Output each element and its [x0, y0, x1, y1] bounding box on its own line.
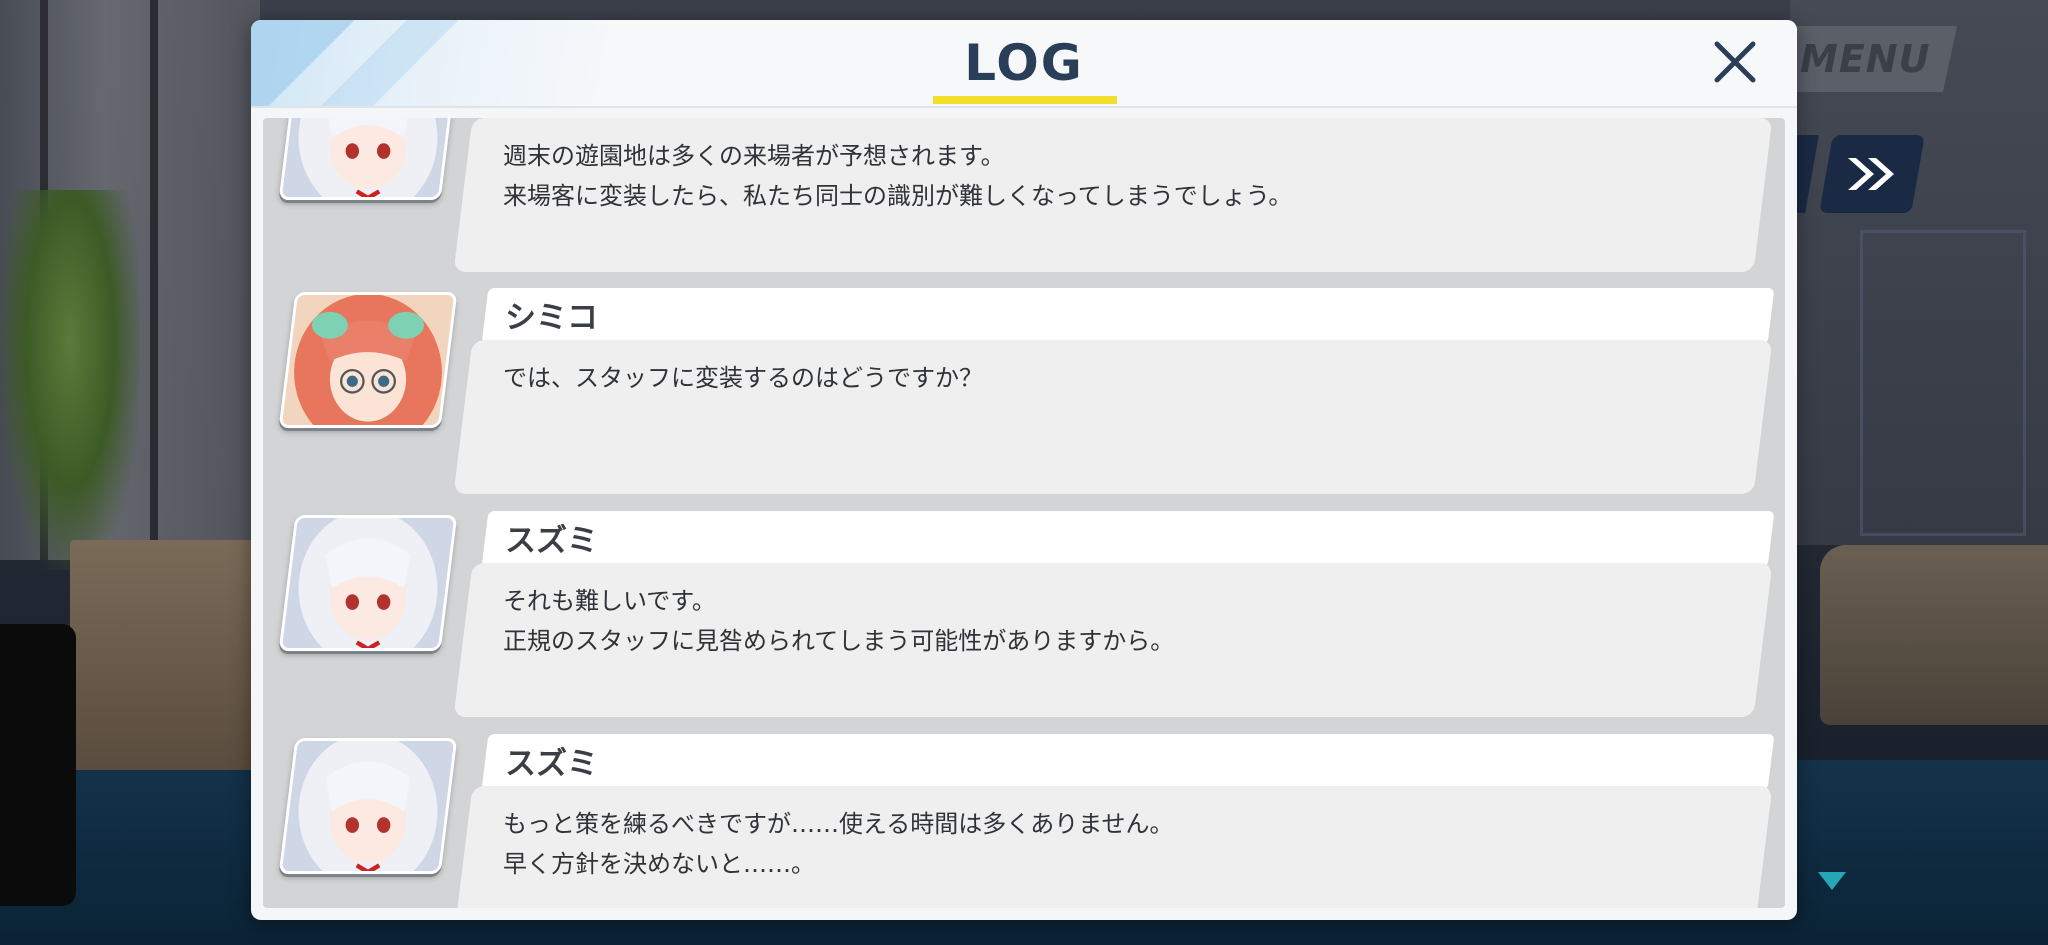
message-text: もっと策を練るべきですが……使える時間は多くありません。 早く方針を決めないと…… — [503, 810, 1174, 878]
background-shadow — [0, 624, 76, 906]
name-plate — [481, 511, 1775, 567]
character-avatar — [278, 292, 458, 428]
log-list[interactable]: 週末の遊園地は多くの来場者が予想されます。 来場客に変装したら、私たち同士の識別… — [263, 118, 1785, 908]
speaker-name: スズミ — [505, 523, 598, 559]
background-door — [1860, 230, 2026, 536]
log-dialog: LOG 週末の遊園地は多くの来場者が予想されます。 来場客に変装したら、私たち同… — [251, 20, 1797, 920]
log-entry: スズミ それも難しいです。 正規のスタッフに見咎められてしまう可能性がありますか… — [263, 507, 1775, 717]
dialog-header: LOG — [251, 20, 1797, 108]
message-text: 週末の遊園地は多くの来場者が予想されます。 来場客に変装したら、私たち同士の識別… — [503, 142, 1293, 210]
menu-label: MENU — [1799, 37, 1931, 81]
background-cabinet — [70, 540, 270, 770]
triangle-down-icon[interactable] — [1818, 872, 1846, 890]
character-avatar — [278, 515, 458, 651]
background-plant — [0, 190, 140, 570]
message-text: では、スタッフに変装するのはどうですか？ — [503, 364, 983, 392]
close-button[interactable] — [1705, 32, 1765, 92]
name-plate — [481, 288, 1775, 344]
skip-button[interactable] — [1819, 135, 1925, 213]
name-plate — [481, 734, 1775, 790]
character-avatar — [278, 118, 458, 200]
background-sofa — [1820, 545, 2048, 725]
menu-button[interactable]: MENU — [1772, 26, 1958, 92]
log-entry: スズミ もっと策を練るべきですが……使える時間は多くありません。 早く方針を決め… — [263, 730, 1775, 908]
speaker-name: シミコ — [505, 300, 598, 336]
close-icon — [1714, 41, 1756, 83]
speaker-name: スズミ — [505, 746, 598, 782]
message-text: それも難しいです。 正規のスタッフに見咎められてしまう可能性がありますから。 — [503, 587, 1175, 655]
title-underline — [933, 96, 1117, 104]
log-entry: 週末の遊園地は多くの来場者が予想されます。 来場客に変装したら、私たち同士の識別… — [263, 118, 1773, 272]
character-avatar — [278, 738, 458, 874]
log-entry: シミコ では、スタッフに変装するのはどうですか？ — [263, 284, 1775, 494]
double-chevron-right-icon — [1848, 158, 1894, 190]
log-title: LOG — [964, 34, 1084, 92]
